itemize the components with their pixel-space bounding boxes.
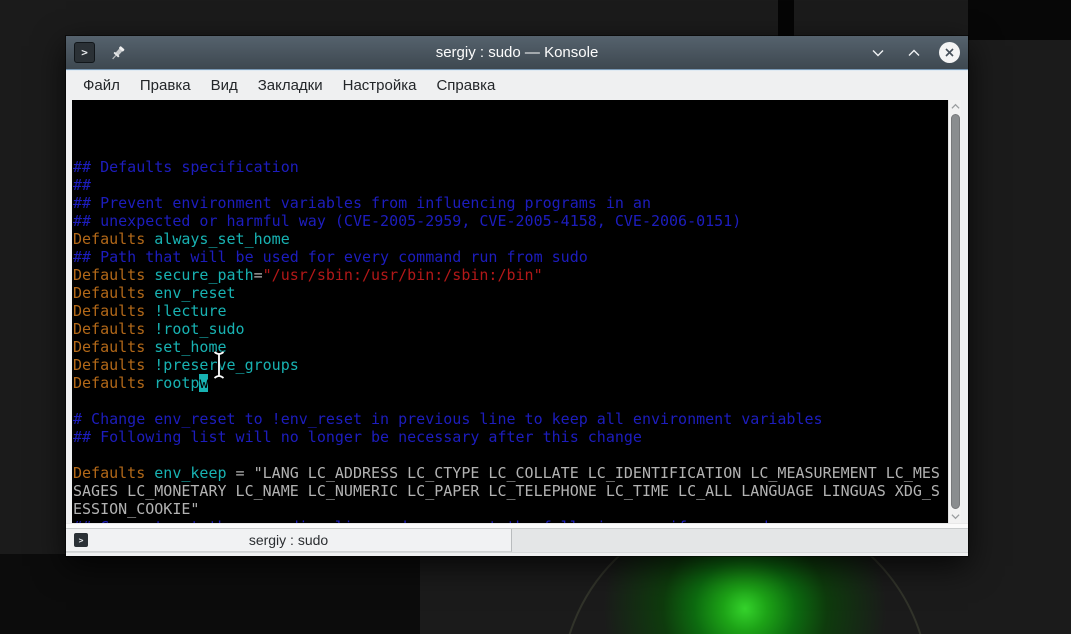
terminal-line: ## unexpected or harmful way (CVE-2005-2…: [73, 212, 948, 230]
menu-item-Закладки[interactable]: Закладки: [248, 74, 333, 97]
terminal-line: Defaults env_reset: [73, 284, 948, 302]
terminal-line: Defaults !lecture: [73, 302, 948, 320]
terminal-text-segment: ## Path that will be used for every comm…: [73, 248, 588, 266]
terminal-text-segment: ##: [73, 176, 92, 194]
terminal-area: ## Defaults specification ## ## Prevent en…: [66, 100, 968, 523]
terminal-line: SAGES LC_MONETARY LC_NAME LC_NUMERIC LC_…: [73, 482, 948, 500]
menu-item-Файл[interactable]: Файл: [73, 74, 130, 97]
terminal-text-segment: env_reset: [154, 284, 236, 302]
terminal-line: Defaults set_home: [73, 338, 948, 356]
terminal-text-segment: rootp: [154, 374, 200, 392]
terminal-text-segment: Defaults: [73, 284, 155, 302]
text-cursor: w: [199, 374, 209, 392]
terminal-line: Defaults secure_path="/usr/sbin:/usr/bin…: [73, 266, 948, 284]
window-title: sergiy : sudo — Konsole: [435, 44, 599, 61]
menu-item-Настройка[interactable]: Настройка: [333, 74, 427, 97]
tab-bar: > sergiy : sudo: [66, 528, 968, 552]
mouse-ibeam-cursor: [213, 350, 225, 380]
terminal-text-segment: Defaults: [73, 320, 155, 338]
terminal-text-segment: always_set_home: [154, 230, 290, 248]
backdrop-dark-corner: [0, 554, 420, 634]
terminal-text-segment: Defaults: [73, 356, 155, 374]
terminal-line: Defaults always_set_home: [73, 230, 948, 248]
terminal-line: ## Prevent environment variables from in…: [73, 194, 948, 212]
pin-icon[interactable]: [107, 42, 129, 64]
terminal-line: # Change env_reset to !env_reset in prev…: [73, 410, 948, 428]
terminal-text-segment: ## Prevent environment variables from in…: [73, 194, 651, 212]
terminal-text-segment: =: [253, 266, 263, 284]
tab-bar-empty-space[interactable]: [512, 529, 968, 552]
terminal-line: Defaults env_keep = "LANG LC_ADDRESS LC_…: [73, 464, 948, 482]
terminal-text-segment: ## Following list will no longer be nece…: [73, 428, 642, 446]
scrollbar-down-arrow[interactable]: [950, 510, 960, 523]
menu-bar: Файл Правка Вид Закладки Настройка Справка: [66, 70, 968, 100]
terminal-text-segment: =: [226, 464, 254, 482]
terminal-text-segment: ESSION_COOKIE": [73, 500, 200, 518]
terminal-text-segment: Defaults: [73, 266, 155, 284]
terminal-text-segment: "/usr/sbin:/usr/bin:/sbin:/bin": [262, 266, 543, 284]
close-button[interactable]: [939, 42, 960, 63]
terminal-text-segment: # Change env_reset to !env_reset in prev…: [73, 410, 823, 428]
terminal-text-segment: Defaults: [73, 302, 155, 320]
terminal-text-segment: ## unexpected or harmful way (CVE-2005-2…: [73, 212, 742, 230]
terminal-text-segment: !root_sudo: [154, 320, 245, 338]
terminal-text-segment: Defaults: [73, 338, 155, 356]
terminal-line: ESSION_COOKIE": [73, 500, 948, 518]
terminal-text-segment: Defaults: [73, 374, 155, 392]
scrollbar-up-arrow[interactable]: [950, 100, 960, 113]
terminal-text-segment: !preserve_groups: [154, 356, 299, 374]
terminal-line: ## Following list will no longer be nece…: [73, 428, 948, 446]
maximize-button[interactable]: [903, 42, 925, 64]
tab-sergiy-sudo[interactable]: > sergiy : sudo: [66, 529, 512, 552]
terminal-text-segment: Defaults: [73, 230, 155, 248]
backdrop-dark-area: [968, 0, 1071, 40]
terminal-line: Defaults rootpw: [73, 374, 948, 392]
terminal-text-segment: ## Defaults specification: [73, 158, 299, 176]
konsole-app-icon[interactable]: >: [74, 42, 95, 63]
minimize-button[interactable]: [867, 42, 889, 64]
terminal-line: ##: [73, 176, 948, 194]
window-bottom-edge: [66, 552, 968, 556]
title-bar[interactable]: sergiy : sudo — Konsole >: [66, 36, 968, 70]
terminal-text-segment: "LANG LC_ADDRESS LC_CTYPE LC_COLLATE LC_…: [253, 464, 940, 482]
terminal-line: Defaults !preserve_groups: [73, 356, 948, 374]
backdrop-dark-strip: [778, 0, 794, 36]
konsole-window: sergiy : sudo — Konsole > Файл Правка Ви…: [66, 36, 968, 556]
terminal-line: Defaults !root_sudo: [73, 320, 948, 338]
terminal-text-segment: env_keep: [154, 464, 227, 482]
terminal-text-segment: ## Comment out the preceding line and un…: [73, 518, 768, 523]
terminal-text-segment: SAGES LC_MONETARY LC_NAME LC_NUMERIC LC_…: [73, 482, 940, 500]
terminal-text-segment: !lecture: [154, 302, 227, 320]
terminal-text-segment: Defaults: [73, 464, 155, 482]
terminal-screen[interactable]: ## Defaults specification ## ## Prevent en…: [72, 100, 948, 523]
menu-item-Справка[interactable]: Справка: [426, 74, 505, 97]
menu-item-Вид[interactable]: Вид: [201, 74, 248, 97]
scrollbar-thumb[interactable]: [950, 114, 960, 509]
terminal-line: ## Comment out the preceding line and un…: [73, 518, 948, 523]
terminal-line: ## Defaults specification: [73, 158, 948, 176]
tab-label: sergiy : sudo: [248, 532, 329, 548]
menu-item-Правка[interactable]: Правка: [130, 74, 201, 97]
scrollbar[interactable]: [948, 100, 961, 523]
terminal-text-segment: secure_path: [154, 266, 254, 284]
terminal-line: ## Path that will be used for every comm…: [73, 248, 948, 266]
